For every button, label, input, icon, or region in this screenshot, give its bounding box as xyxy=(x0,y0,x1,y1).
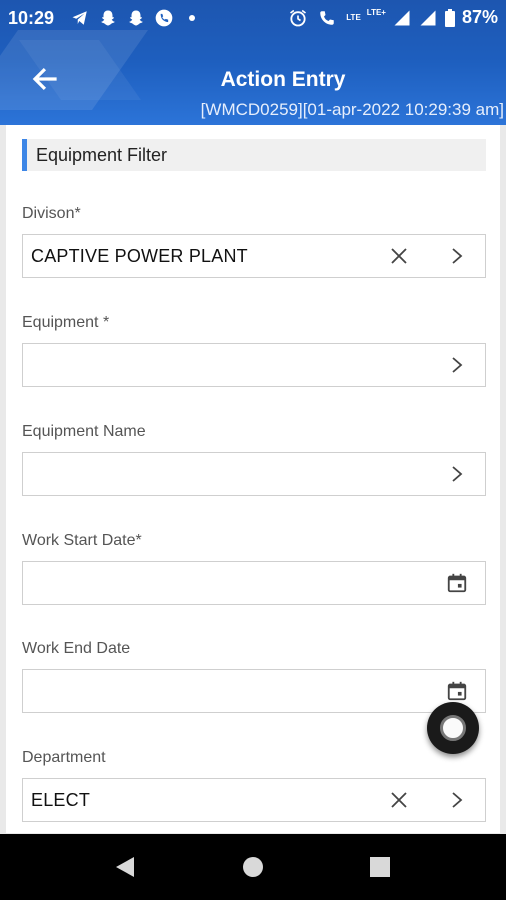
signal-icon xyxy=(392,8,412,28)
department-label: Department xyxy=(22,749,106,766)
work-start-date-label: Work Start Date* xyxy=(22,532,142,549)
whatsapp-icon xyxy=(154,8,174,28)
snapchat-icon xyxy=(98,8,118,28)
nav-recents-button[interactable] xyxy=(365,852,395,882)
close-icon xyxy=(391,248,407,264)
circle-home-icon xyxy=(243,857,263,877)
work-end-date-picker-button[interactable] xyxy=(443,677,471,705)
chevron-right-icon xyxy=(452,357,463,373)
department-value: ELECT xyxy=(31,790,91,810)
calendar-icon xyxy=(447,681,467,701)
division-label: Divison* xyxy=(22,205,81,222)
network-type-label: LTE+ xyxy=(366,7,386,17)
alarm-icon xyxy=(288,8,308,28)
division-field[interactable]: CAPTIVE POWER PLANT xyxy=(22,234,486,278)
telegram-icon xyxy=(70,8,90,28)
nav-home-button[interactable] xyxy=(238,852,268,882)
division-select-button[interactable] xyxy=(443,242,471,270)
snapchat-icon xyxy=(126,8,146,28)
triangle-back-icon xyxy=(116,857,134,877)
equipment-name-label: Equipment Name xyxy=(22,423,146,440)
equipment-label: Equipment * xyxy=(22,314,110,331)
circle-icon xyxy=(440,715,466,741)
work-end-date-label: Work End Date xyxy=(22,640,131,657)
battery-icon xyxy=(444,8,456,28)
division-value: CAPTIVE POWER PLANT xyxy=(31,246,248,266)
chevron-right-icon xyxy=(452,792,463,808)
nav-back-button[interactable] xyxy=(110,852,140,882)
floating-assistive-button[interactable] xyxy=(427,702,479,754)
section-header: Equipment Filter xyxy=(22,139,486,171)
page-subtitle: [WMCD0259][01-apr-2022 10:29:39 am] xyxy=(200,100,504,119)
close-icon xyxy=(391,792,407,808)
network-type-label: LTE xyxy=(346,12,361,22)
equipment-name-select-button[interactable] xyxy=(443,460,471,488)
page-title: Action Entry xyxy=(220,68,346,91)
equipment-select-button[interactable] xyxy=(443,351,471,379)
dot-icon xyxy=(182,8,202,28)
navigation-bar xyxy=(0,834,506,900)
equipment-field[interactable] xyxy=(22,343,486,387)
department-field[interactable]: ELECT xyxy=(22,778,486,822)
status-time: 10:29 xyxy=(8,8,55,28)
header: 10:29 LTE LTE+ 87% Action Entry [WMCD025… xyxy=(0,0,506,125)
calendar-icon xyxy=(447,573,467,593)
form-card: Equipment Filter Divison* CAPTIVE POWER … xyxy=(6,125,500,833)
chevron-right-icon xyxy=(452,466,463,482)
department-clear-button[interactable] xyxy=(385,786,413,814)
section-title: Equipment Filter xyxy=(36,144,168,165)
work-start-date-field[interactable] xyxy=(22,561,486,605)
department-select-button[interactable] xyxy=(443,786,471,814)
call-icon xyxy=(314,8,340,28)
app-bar: Action Entry [WMCD0259][01-apr-2022 10:2… xyxy=(0,52,506,122)
section-accent-bar xyxy=(22,139,27,171)
work-end-date-field[interactable] xyxy=(22,669,486,713)
chevron-right-icon xyxy=(452,248,463,264)
work-start-date-picker-button[interactable] xyxy=(443,569,471,597)
square-recents-icon xyxy=(370,857,390,877)
battery-level: 87% xyxy=(461,7,498,27)
status-bar: 10:29 LTE LTE+ 87% xyxy=(0,0,506,36)
signal-icon xyxy=(418,8,438,28)
division-clear-button[interactable] xyxy=(385,242,413,270)
equipment-name-field[interactable] xyxy=(22,452,486,496)
